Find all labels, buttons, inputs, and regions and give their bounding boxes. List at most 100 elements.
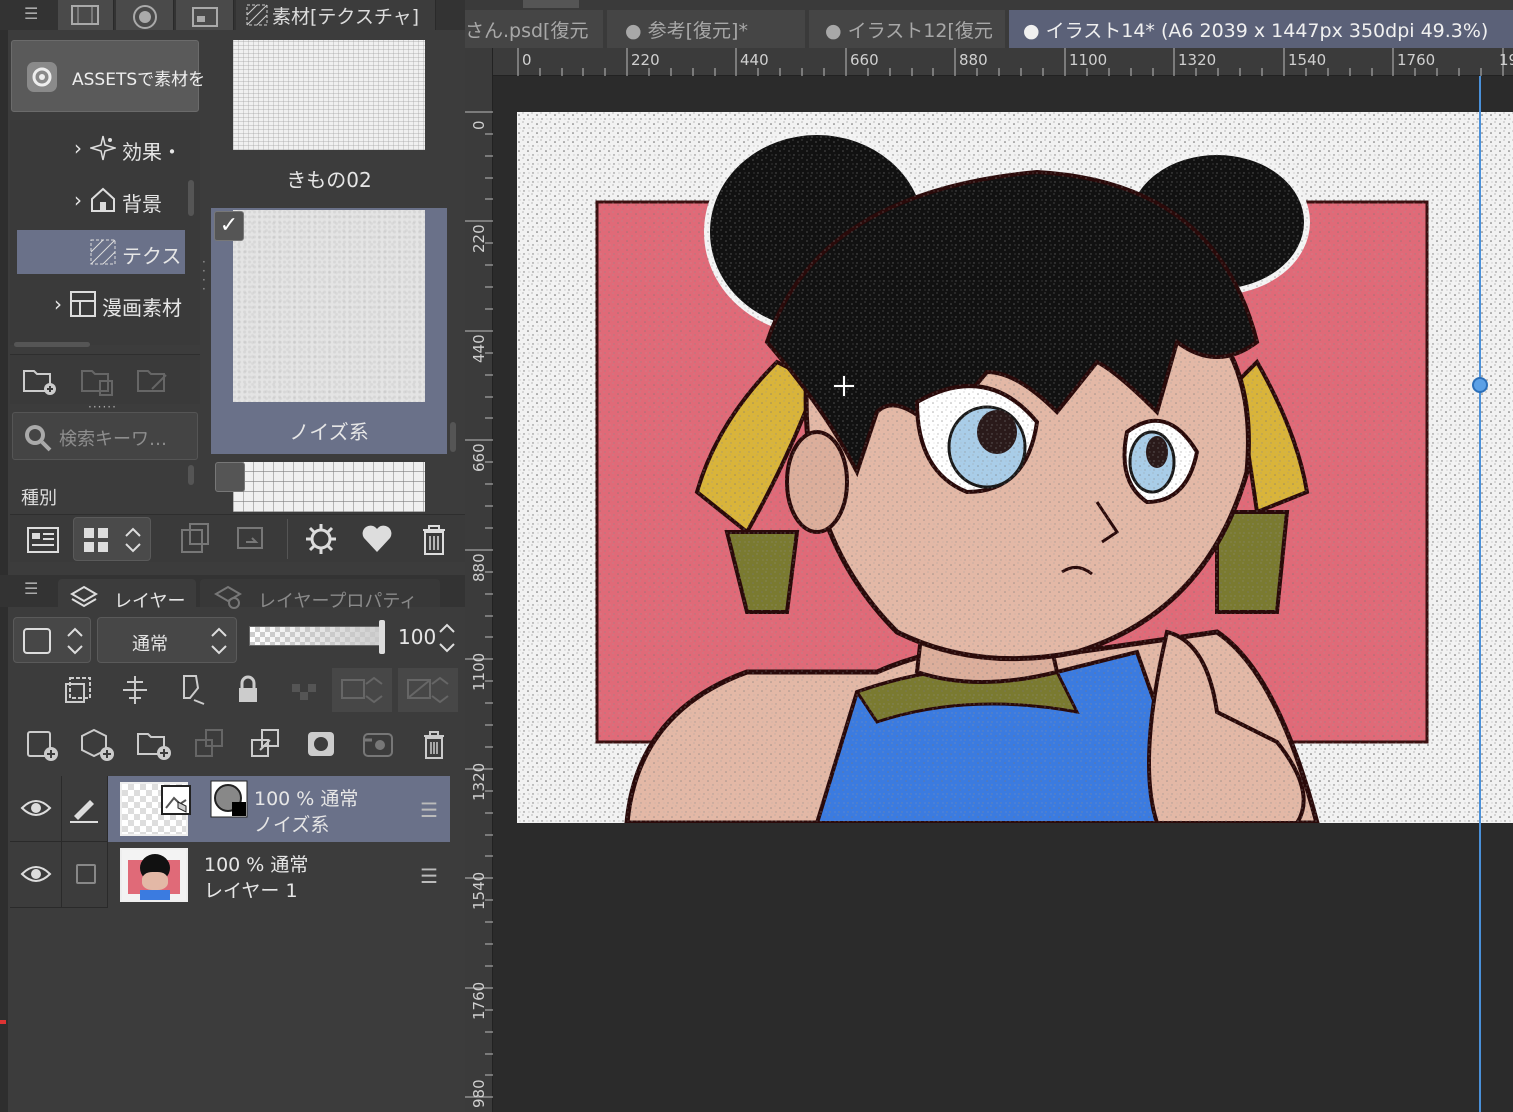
apply-mask-icon[interactable] [360, 726, 396, 762]
search-scrollbar[interactable] [188, 465, 194, 485]
material-label: きもの02 [286, 168, 372, 192]
guide-line[interactable] [1479, 76, 1481, 1112]
panel-tab-film[interactable] [58, 0, 114, 30]
trash-icon[interactable] [415, 520, 453, 558]
panel-menu-icon[interactable]: ☰ [24, 579, 38, 598]
material-search-input[interactable]: 検索キーワ… [12, 412, 198, 460]
delete-folder-icon[interactable] [80, 363, 116, 397]
tree-scrollbar[interactable] [188, 180, 194, 216]
assets-button[interactable]: ASSETSで素材を [11, 40, 205, 112]
mask-enable-toggle[interactable] [332, 668, 392, 712]
material-panel-title: 素材[テクスチャ] [272, 6, 420, 28]
tab-layer-property[interactable]: レイヤープロパティ [200, 579, 440, 612]
circle-tool-icon [133, 5, 157, 29]
trash-icon[interactable] [416, 726, 452, 762]
layer-opacity-blend: 100 % 通常 [254, 788, 359, 810]
lock-transparency-icon[interactable] [286, 672, 322, 708]
eye-icon [20, 866, 52, 882]
splitter-grip-icon[interactable]: · · · · [202, 256, 206, 295]
ruler-label: 0 [470, 120, 488, 130]
new-folder-icon[interactable] [136, 726, 172, 762]
material-list-scrollbar[interactable] [450, 422, 456, 452]
clip-layer-icon[interactable] [62, 672, 98, 708]
material-panel-tabbar: ☰ 素材[テクスチャ] [0, 0, 465, 30]
pen-icon [70, 800, 98, 823]
layer-menu-icon[interactable]: ☰ [420, 864, 438, 888]
layer-color-selector[interactable] [13, 617, 91, 663]
opacity-slider[interactable] [249, 626, 385, 646]
edit-folder-icon[interactable] [136, 363, 172, 397]
layer-edit-target[interactable] [62, 776, 108, 842]
layer-row-layer1[interactable]: 100 % 通常 レイヤー 1 ☰ [10, 842, 450, 908]
document-tab[interactable]: さん.psd[復元 [465, 10, 603, 48]
ruler-label: 1760 [470, 981, 488, 1020]
ruler-label: 220 [631, 51, 660, 69]
toolbar-divider [287, 519, 288, 559]
stepper-arrows-icon [125, 527, 141, 553]
list-view-icon[interactable] [24, 520, 62, 558]
document-tab-label: さん.psd[復元 [465, 20, 589, 42]
new-raster-layer-icon[interactable] [24, 726, 60, 762]
tree-item-texture[interactable]: テクス [17, 230, 185, 274]
merge-down-icon[interactable] [248, 726, 284, 762]
tree-item-effects[interactable]: › 効果・ [10, 126, 188, 170]
layer-visibility-toggle[interactable] [10, 776, 62, 842]
stepper-arrows-icon[interactable] [436, 622, 458, 656]
house-icon [91, 187, 115, 212]
blend-mode-select[interactable]: 通常 [97, 617, 237, 663]
opacity-value[interactable]: 100 [398, 625, 436, 649]
transfer-down-icon[interactable] [192, 726, 228, 762]
panel-tab-circle[interactable] [116, 0, 174, 30]
tree-item-manga[interactable]: › 漫画素材 [10, 282, 188, 326]
navigator-icon [192, 7, 218, 27]
scroll-indicator [523, 0, 579, 8]
ruler-label: 660 [850, 51, 879, 69]
heart-icon[interactable] [358, 520, 396, 558]
grid-view-icon [84, 528, 108, 552]
ruler-label: 440 [470, 334, 488, 363]
ruler-label: 19 [1499, 51, 1513, 69]
lock-icon[interactable] [230, 672, 266, 708]
layer-row-noise[interactable]: 100 % 通常 ノイズ系 ☰ [10, 776, 450, 842]
vertical-ruler[interactable]: 0 220 440 660 880 1100 1320 1540 1760 98… [465, 48, 493, 1112]
thumbnail-view-toggle[interactable] [73, 517, 151, 561]
layer-info[interactable]: 100 % 通常 ノイズ系 ☰ [108, 776, 450, 842]
layer-visibility-toggle[interactable] [10, 842, 62, 908]
material-thumbnail [233, 40, 425, 150]
material-thumbnail [233, 210, 425, 402]
layer-opacity-blend: 100 % 通常 [204, 854, 309, 876]
left-edge-strip [0, 0, 8, 1112]
tab-layer[interactable]: レイヤー [58, 579, 196, 612]
material-card-noise[interactable]: ✓ ノイズ系 [211, 208, 447, 454]
canvas-artwork[interactable] [517, 112, 1513, 823]
layer-info[interactable]: 100 % 通常 レイヤー 1 ☰ [108, 842, 450, 908]
new-vector-layer-icon[interactable] [80, 726, 116, 762]
material-checkbox[interactable]: ✓ [214, 211, 244, 241]
panel-menu-icon[interactable]: ☰ [24, 4, 38, 23]
ruler-enable-toggle[interactable] [398, 668, 458, 712]
guide-handle[interactable] [1472, 377, 1488, 393]
texture-icon [246, 4, 268, 26]
tree-h-scrollbar[interactable] [14, 342, 90, 347]
opacity-slider-handle[interactable] [379, 620, 385, 654]
layer-menu-icon[interactable]: ☰ [420, 798, 438, 822]
replace-material-icon[interactable] [232, 520, 270, 558]
material-card-kimono02[interactable]: きもの02 [211, 30, 447, 206]
document-tab-active[interactable]: ● イラスト14* (A6 2039 x 1447px 350dpi 49.3%… [1009, 10, 1513, 48]
new-folder-icon[interactable] [22, 363, 58, 397]
document-tab[interactable]: ● 参考[復元]* [607, 10, 805, 48]
layer-mask-icon[interactable] [304, 726, 340, 762]
document-tab[interactable]: ● イラスト12[復元 [809, 10, 1005, 48]
reference-layer-icon[interactable] [117, 672, 153, 708]
draft-layer-icon[interactable] [174, 672, 210, 708]
panel-tab-navigator[interactable] [176, 0, 234, 30]
material-checkbox[interactable] [215, 462, 245, 492]
tree-item-background[interactable]: › 背景 [10, 178, 188, 222]
gear-icon[interactable] [302, 520, 340, 558]
ruler-label: 220 [470, 224, 488, 253]
horizontal-ruler[interactable]: 0 220 440 660 880 1100 1320 1540 1760 19 [465, 48, 1513, 76]
layer-edit-target[interactable] [62, 842, 108, 908]
paste-to-canvas-icon[interactable] [176, 520, 214, 558]
material-category-tree: › 効果・ › 背景 テクス › 漫画素材 [10, 120, 200, 347]
material-card-grid[interactable] [211, 460, 447, 512]
